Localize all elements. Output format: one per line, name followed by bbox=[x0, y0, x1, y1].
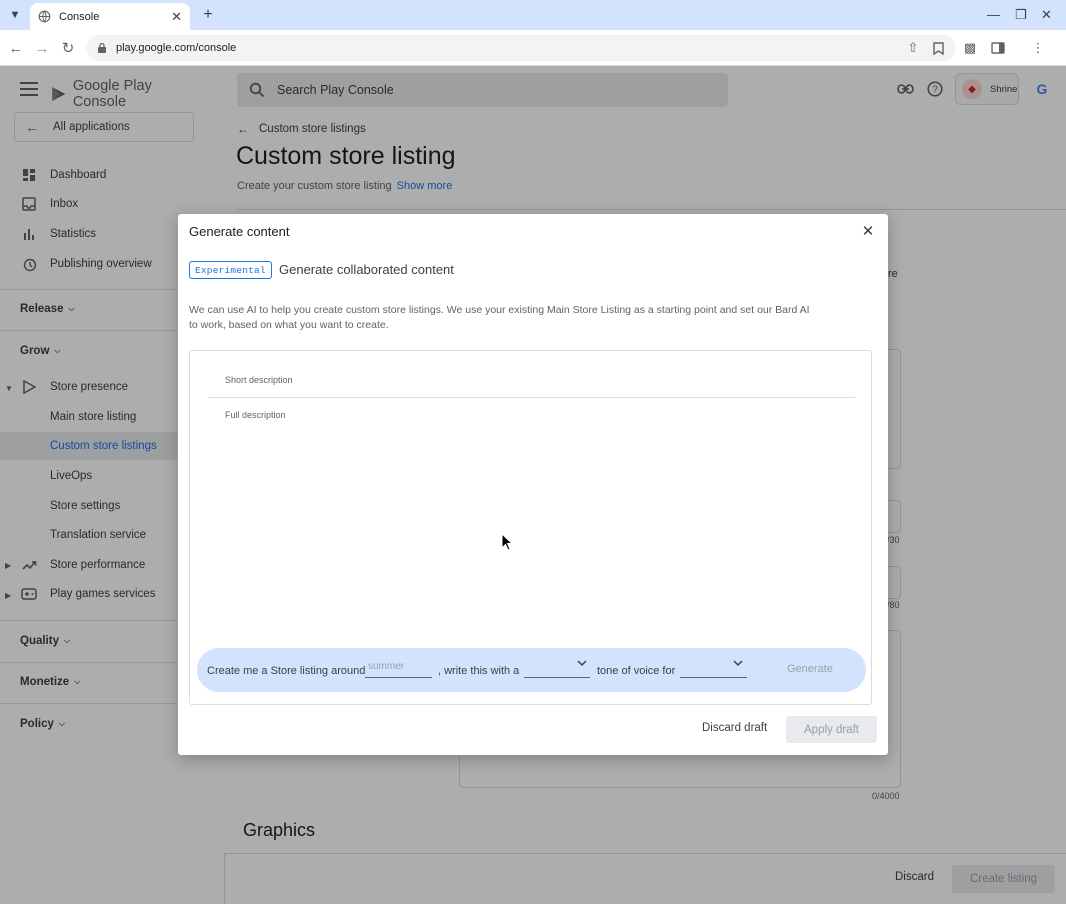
url-text: play.google.com/console bbox=[116, 42, 237, 54]
prompt-text-3: tone of voice for bbox=[597, 665, 676, 677]
tab-close-icon[interactable]: ✕ bbox=[171, 9, 182, 25]
browser-menu-icon[interactable]: ⋮ bbox=[1030, 40, 1046, 56]
side-panel-icon[interactable] bbox=[990, 40, 1006, 56]
topic-input[interactable]: summer bbox=[365, 661, 432, 678]
new-tab-icon[interactable]: + bbox=[199, 6, 217, 24]
bookmark-icon[interactable] bbox=[930, 40, 946, 56]
dialog-description: We can use AI to help you create custom … bbox=[189, 304, 810, 331]
address-bar[interactable]: play.google.com/console bbox=[86, 35, 956, 61]
short-description-field[interactable]: Short description bbox=[225, 375, 293, 385]
maximize-icon[interactable]: ❐ bbox=[1015, 7, 1027, 23]
tab-search-dropdown-icon[interactable]: ▼ bbox=[6, 6, 24, 24]
browser-tab[interactable]: Console ✕ bbox=[30, 3, 190, 30]
minimize-icon[interactable]: — bbox=[987, 7, 1000, 22]
discard-draft-button[interactable]: Discard draft bbox=[702, 722, 767, 734]
mouse-cursor-icon bbox=[501, 533, 513, 551]
dialog-heading: Generate collaborated content bbox=[279, 262, 454, 277]
prompt-text-2: , write this with a bbox=[438, 665, 520, 677]
globe-icon bbox=[38, 10, 51, 23]
generate-button[interactable]: Generate bbox=[787, 663, 833, 675]
chevron-down-icon[interactable] bbox=[577, 659, 587, 669]
full-description-field[interactable]: Full description bbox=[225, 410, 286, 420]
generated-content-panel: Short description Full description Creat… bbox=[189, 350, 872, 705]
dialog-title: Generate content bbox=[189, 224, 290, 239]
prompt-text-1: Create me a Store listing around bbox=[207, 665, 366, 677]
prompt-bar: Create me a Store listing around summer … bbox=[197, 648, 866, 692]
apply-draft-button[interactable]: Apply draft bbox=[786, 716, 877, 743]
play-console-app: Google Play Console ← All applications D… bbox=[0, 66, 1066, 904]
chevron-down-icon[interactable] bbox=[733, 659, 743, 669]
browser-tabstrip: ▼ Console ✕ + — ❐ ✕ bbox=[0, 0, 1066, 30]
forward-icon[interactable]: → bbox=[33, 39, 51, 57]
close-icon[interactable]: ✕ bbox=[861, 223, 875, 240]
experimental-badge: Experimental bbox=[189, 261, 272, 279]
panel-divider bbox=[208, 397, 855, 398]
lock-icon bbox=[98, 42, 106, 53]
share-icon[interactable]: ⇧ bbox=[905, 40, 921, 56]
extensions-icon[interactable]: ▩ bbox=[962, 40, 978, 56]
window-close-icon[interactable]: ✕ bbox=[1041, 7, 1052, 23]
reload-icon[interactable]: ↻ bbox=[59, 39, 77, 57]
browser-toolbar: ← → ↻ play.google.com/console ⇧ ▩ ⋮ bbox=[0, 30, 1066, 66]
tab-title: Console bbox=[59, 10, 100, 23]
generate-content-dialog: Generate content ✕ Experimental Generate… bbox=[178, 214, 888, 755]
back-icon[interactable]: ← bbox=[7, 39, 25, 57]
